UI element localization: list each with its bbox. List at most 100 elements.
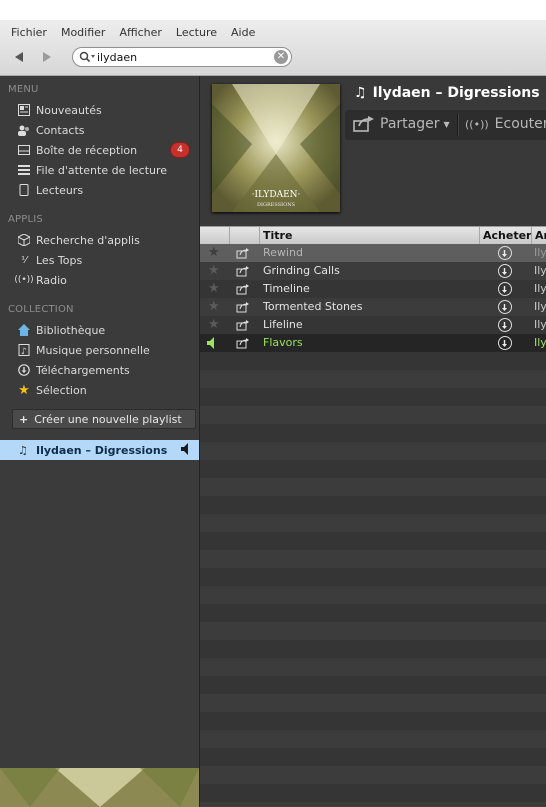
sidebar-item-contacts[interactable]: Contacts bbox=[17, 121, 195, 139]
chevron-down-icon: ▼ bbox=[443, 119, 450, 129]
share-track-icon[interactable] bbox=[236, 280, 252, 298]
menu-fichier[interactable]: Fichier bbox=[4, 25, 54, 41]
buy-download-icon[interactable] bbox=[498, 264, 512, 278]
track-title: Grinding Calls bbox=[263, 264, 340, 277]
album-title: ♫ Ilydaen – Digressions bbox=[354, 85, 540, 101]
inbox-count-badge: 4 bbox=[171, 143, 189, 157]
column-title[interactable]: Titre bbox=[260, 227, 480, 244]
column-artist[interactable]: Ar bbox=[532, 227, 546, 244]
buy-download-icon[interactable] bbox=[498, 336, 512, 350]
divider bbox=[457, 114, 458, 136]
track-artist: Ily bbox=[534, 282, 546, 295]
album-header: ·ILYDAEN· DIGRESSIONS ♫ Ilydaen – Digres… bbox=[200, 76, 546, 226]
app-finder-icon bbox=[17, 233, 31, 247]
sidebar-item-label: Bibliothèque bbox=[36, 323, 106, 337]
sidebar-item-label: Contacts bbox=[36, 123, 85, 137]
new-playlist-button[interactable]: + Créer une nouvelle playlist bbox=[12, 409, 196, 429]
sidebar-item-devices[interactable]: Lecteurs bbox=[17, 181, 195, 199]
column-star[interactable] bbox=[200, 227, 230, 244]
buy-download-icon[interactable] bbox=[498, 282, 512, 296]
track-title: Flavors bbox=[263, 336, 303, 349]
cover-subtitle-text: DIGRESSIONS bbox=[257, 202, 296, 208]
album-action-bar: Partager ▼ ((•)) Ecouter bbox=[345, 110, 546, 140]
share-track-icon[interactable] bbox=[236, 262, 252, 280]
sidebar-item-radio[interactable]: ((•)) Radio bbox=[14, 271, 195, 289]
listen-radio-button[interactable]: ((•)) Ecouter bbox=[465, 116, 546, 132]
album-title-text: Ilydaen – Digressions bbox=[372, 85, 540, 101]
back-button[interactable] bbox=[11, 49, 27, 65]
search-box: ✕ bbox=[72, 47, 292, 67]
main-panel: ·ILYDAEN· DIGRESSIONS ♫ Ilydaen – Digres… bbox=[200, 76, 546, 807]
track-row[interactable]: ★ Grinding Calls Ily bbox=[200, 262, 546, 280]
arrow-right-icon bbox=[43, 52, 51, 62]
album-cover[interactable]: ·ILYDAEN· DIGRESSIONS bbox=[212, 84, 340, 212]
buy-download-icon[interactable] bbox=[498, 246, 512, 260]
track-title: Tormented Stones bbox=[263, 300, 363, 313]
sidebar-item-label: Boîte de réception bbox=[36, 143, 138, 157]
forward-button[interactable] bbox=[39, 49, 55, 65]
sidebar-item-library[interactable]: Bibliothèque bbox=[17, 321, 195, 339]
sidebar-item-local-music[interactable]: ♪ Musique personnelle bbox=[17, 341, 195, 359]
column-share[interactable] bbox=[230, 227, 260, 244]
column-buy[interactable]: Acheter bbox=[480, 227, 532, 244]
toolbar: Fichier Modifier Afficher Lecture Aide ✕ bbox=[0, 20, 546, 76]
clear-search-icon[interactable]: ✕ bbox=[274, 50, 288, 64]
radio-icon: ((•)) bbox=[14, 275, 34, 285]
menu-afficher[interactable]: Afficher bbox=[112, 25, 168, 41]
sidebar-item-app-finder[interactable]: Recherche d'applis bbox=[17, 231, 195, 249]
sidebar-item-queue[interactable]: File d'attente de lecture bbox=[17, 161, 195, 179]
track-row[interactable]: ★ Lifeline Ily bbox=[200, 316, 546, 334]
listen-label: Ecouter bbox=[494, 116, 546, 132]
share-track-icon[interactable] bbox=[236, 316, 252, 334]
buy-download-icon[interactable] bbox=[498, 318, 512, 332]
queue-icon bbox=[17, 163, 31, 177]
sidebar-item-label: Les Tops bbox=[36, 253, 83, 267]
star-icon: ★ bbox=[18, 382, 30, 398]
track-row[interactable]: ★ Timeline Ily bbox=[200, 280, 546, 298]
share-track-icon[interactable] bbox=[236, 298, 252, 316]
sidebar-item-inbox[interactable]: Boîte de réception 4 bbox=[17, 141, 195, 159]
music-note-icon: ♫ bbox=[354, 85, 367, 101]
share-track-icon[interactable] bbox=[236, 244, 252, 262]
local-music-icon: ♪ bbox=[17, 343, 31, 357]
track-artist: Ily bbox=[534, 264, 546, 277]
menu-modifier[interactable]: Modifier bbox=[54, 25, 112, 41]
track-row[interactable]: ★ Rewind Ily bbox=[200, 244, 546, 262]
playlist-label: Ilydaen – Digressions bbox=[36, 443, 168, 457]
inbox-icon bbox=[17, 143, 31, 157]
speaker-icon bbox=[207, 334, 221, 352]
title-bar-area bbox=[0, 0, 546, 20]
star-icon[interactable]: ★ bbox=[208, 244, 222, 262]
sidebar-item-current-playlist[interactable]: ♫ Ilydaen – Digressions bbox=[0, 440, 199, 460]
sidebar-item-nouveautes[interactable]: Nouveautés bbox=[17, 101, 195, 119]
sidebar-item-top-lists[interactable]: ⅟ Les Tops bbox=[17, 251, 195, 269]
sidebar-item-downloads[interactable]: Téléchargements bbox=[17, 361, 195, 379]
search-input[interactable] bbox=[97, 50, 267, 64]
cover-title-text: ·ILYDAEN· bbox=[252, 190, 301, 200]
search-icon bbox=[79, 51, 95, 63]
radio-icon: ((•)) bbox=[465, 117, 489, 131]
sidebar-item-label: Recherche d'applis bbox=[36, 233, 140, 247]
track-title: Rewind bbox=[263, 246, 303, 259]
svg-text:♪: ♪ bbox=[21, 347, 27, 356]
sidebar-item-starred[interactable]: ★ Sélection bbox=[17, 381, 195, 399]
track-row[interactable]: ★ Tormented Stones Ily bbox=[200, 298, 546, 316]
share-icon bbox=[353, 116, 374, 132]
sidebar-item-label: Sélection bbox=[36, 383, 87, 397]
menu-bar: Fichier Modifier Afficher Lecture Aide bbox=[4, 25, 262, 41]
menu-lecture[interactable]: Lecture bbox=[169, 25, 224, 41]
star-icon[interactable]: ★ bbox=[208, 298, 222, 316]
share-button[interactable]: Partager ▼ bbox=[353, 116, 450, 132]
star-icon[interactable]: ★ bbox=[208, 262, 222, 280]
track-artist: Ily bbox=[534, 300, 546, 313]
star-icon[interactable]: ★ bbox=[208, 280, 222, 298]
track-row-playing[interactable]: Flavors Ily bbox=[200, 334, 546, 352]
share-track-icon[interactable] bbox=[236, 334, 252, 352]
star-icon[interactable]: ★ bbox=[208, 316, 222, 334]
buy-download-icon[interactable] bbox=[498, 300, 512, 314]
downloads-icon bbox=[17, 363, 31, 377]
menu-aide[interactable]: Aide bbox=[224, 25, 262, 41]
sidebar-item-label: Musique personnelle bbox=[36, 343, 150, 357]
people-icon bbox=[17, 123, 31, 137]
now-playing-artwork[interactable] bbox=[0, 768, 199, 807]
